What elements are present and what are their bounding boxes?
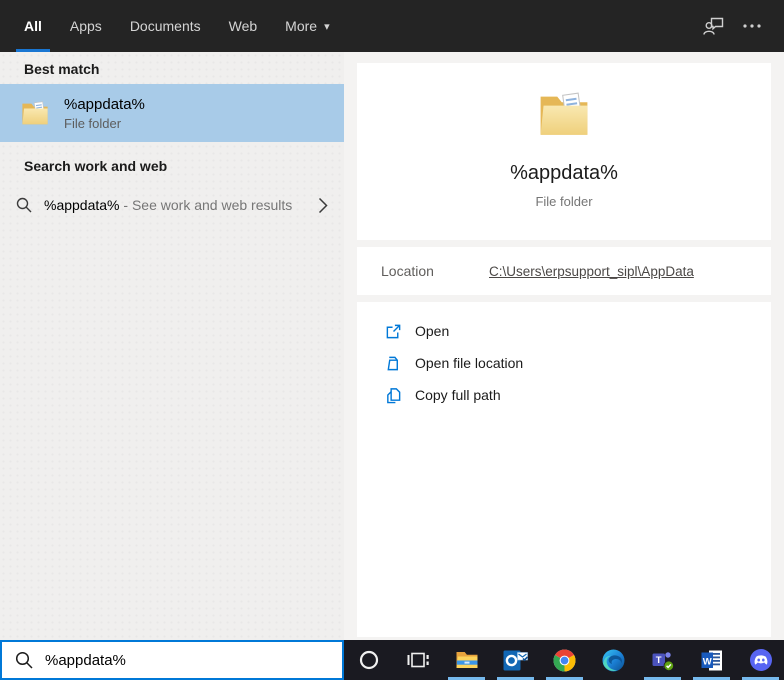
suggestion-suffix: - See work and web results xyxy=(119,197,293,213)
best-match-title: %appdata% xyxy=(64,95,145,113)
taskbar-chrome-button[interactable] xyxy=(540,640,589,680)
chevron-down-icon: ▾ xyxy=(324,20,330,33)
word-icon: W xyxy=(701,650,722,670)
copy-icon xyxy=(387,387,401,403)
preview-card: %appdata% File folder xyxy=(357,63,771,240)
suggestion-text: %appdata% - See work and web results xyxy=(44,197,292,213)
edge-icon xyxy=(602,649,625,671)
teams-icon: T xyxy=(652,651,674,671)
open-action[interactable]: Open xyxy=(357,315,771,347)
result-detail-panel: %appdata% File folder Location C:\Users\… xyxy=(344,52,784,640)
chrome-icon xyxy=(553,649,576,671)
open-file-location-label: Open file location xyxy=(415,355,524,371)
taskbar-discord-button[interactable] xyxy=(736,640,784,680)
more-options-button[interactable] xyxy=(742,23,762,29)
chevron-right-icon xyxy=(318,197,328,214)
discord-icon xyxy=(749,649,772,671)
location-path-link[interactable]: C:\Users\erpsupport_sipl\AppData xyxy=(489,264,694,279)
tab-web[interactable]: Web xyxy=(221,0,266,52)
cortana-icon xyxy=(359,650,378,670)
folder-icon xyxy=(20,99,50,127)
tab-all-label: All xyxy=(24,18,42,34)
taskbar-word-button[interactable]: W xyxy=(687,640,736,680)
search-input[interactable] xyxy=(45,642,342,678)
feedback-icon xyxy=(703,17,724,35)
preview-title: %appdata% xyxy=(510,162,618,184)
more-options-icon xyxy=(743,24,761,28)
filter-tabs: All Apps Documents Web More ▾ xyxy=(16,0,338,52)
best-match-subtitle: File folder xyxy=(64,115,122,131)
topbar-actions xyxy=(702,0,784,52)
svg-text:T: T xyxy=(655,654,661,665)
taskbar-search-box[interactable] xyxy=(0,640,344,680)
bottom-bar: T W xyxy=(0,640,784,680)
copy-full-path-action[interactable]: Copy full path xyxy=(357,379,771,411)
results-area: Best match %appdata% File folder Search … xyxy=(0,52,784,640)
file-explorer-icon xyxy=(456,652,477,668)
tab-documents-label: Documents xyxy=(129,18,201,34)
folder-icon xyxy=(536,88,592,140)
outlook-icon xyxy=(503,650,528,670)
location-card: Location C:\Users\erpsupport_sipl\AppDat… xyxy=(357,247,771,295)
search-icon xyxy=(16,197,32,213)
search-filter-bar: All Apps Documents Web More ▾ xyxy=(0,0,784,52)
tab-all[interactable]: All xyxy=(16,0,50,52)
best-match-result[interactable]: %appdata% File folder xyxy=(0,84,344,142)
tab-apps-label: Apps xyxy=(69,18,102,34)
preview-subtitle: File folder xyxy=(535,194,593,209)
tab-more-label: More xyxy=(285,18,318,34)
best-match-texts: %appdata% File folder xyxy=(64,96,145,131)
taskbar-file-explorer-button[interactable] xyxy=(442,640,491,680)
actions-card: Open Open file location Copy full path xyxy=(357,302,771,637)
taskbar-cortana-button[interactable] xyxy=(344,640,393,680)
taskbar-task-view-button[interactable] xyxy=(393,640,442,680)
taskbar-edge-button[interactable] xyxy=(589,640,638,680)
copy-full-path-label: Copy full path xyxy=(415,387,501,403)
feedback-button[interactable] xyxy=(702,14,726,38)
open-file-location-action[interactable]: Open file location xyxy=(357,347,771,379)
tab-apps[interactable]: Apps xyxy=(62,0,110,52)
search-icon xyxy=(15,651,33,669)
tab-more[interactable]: More ▾ xyxy=(277,0,337,52)
svg-text:W: W xyxy=(702,656,711,667)
open-icon xyxy=(386,324,401,338)
task-view-icon xyxy=(407,652,429,668)
tab-documents[interactable]: Documents xyxy=(122,0,209,52)
windows-search-flyout: All Apps Documents Web More ▾ Best match… xyxy=(0,0,784,680)
taskbar-outlook-button[interactable] xyxy=(491,640,540,680)
taskbar: T W xyxy=(344,640,784,680)
open-action-label: Open xyxy=(415,323,450,339)
tab-web-label: Web xyxy=(228,18,258,34)
taskbar-teams-button[interactable]: T xyxy=(638,640,687,680)
location-label: Location xyxy=(381,263,434,279)
best-match-header: Best match xyxy=(24,61,100,77)
results-list-panel: Best match %appdata% File folder Search … xyxy=(0,52,344,640)
open-file-location-icon xyxy=(387,356,398,370)
web-suggestion-row[interactable]: %appdata% - See work and web results xyxy=(0,185,344,225)
web-search-header: Search work and web xyxy=(24,158,168,174)
suggestion-query: %appdata% xyxy=(44,197,120,213)
